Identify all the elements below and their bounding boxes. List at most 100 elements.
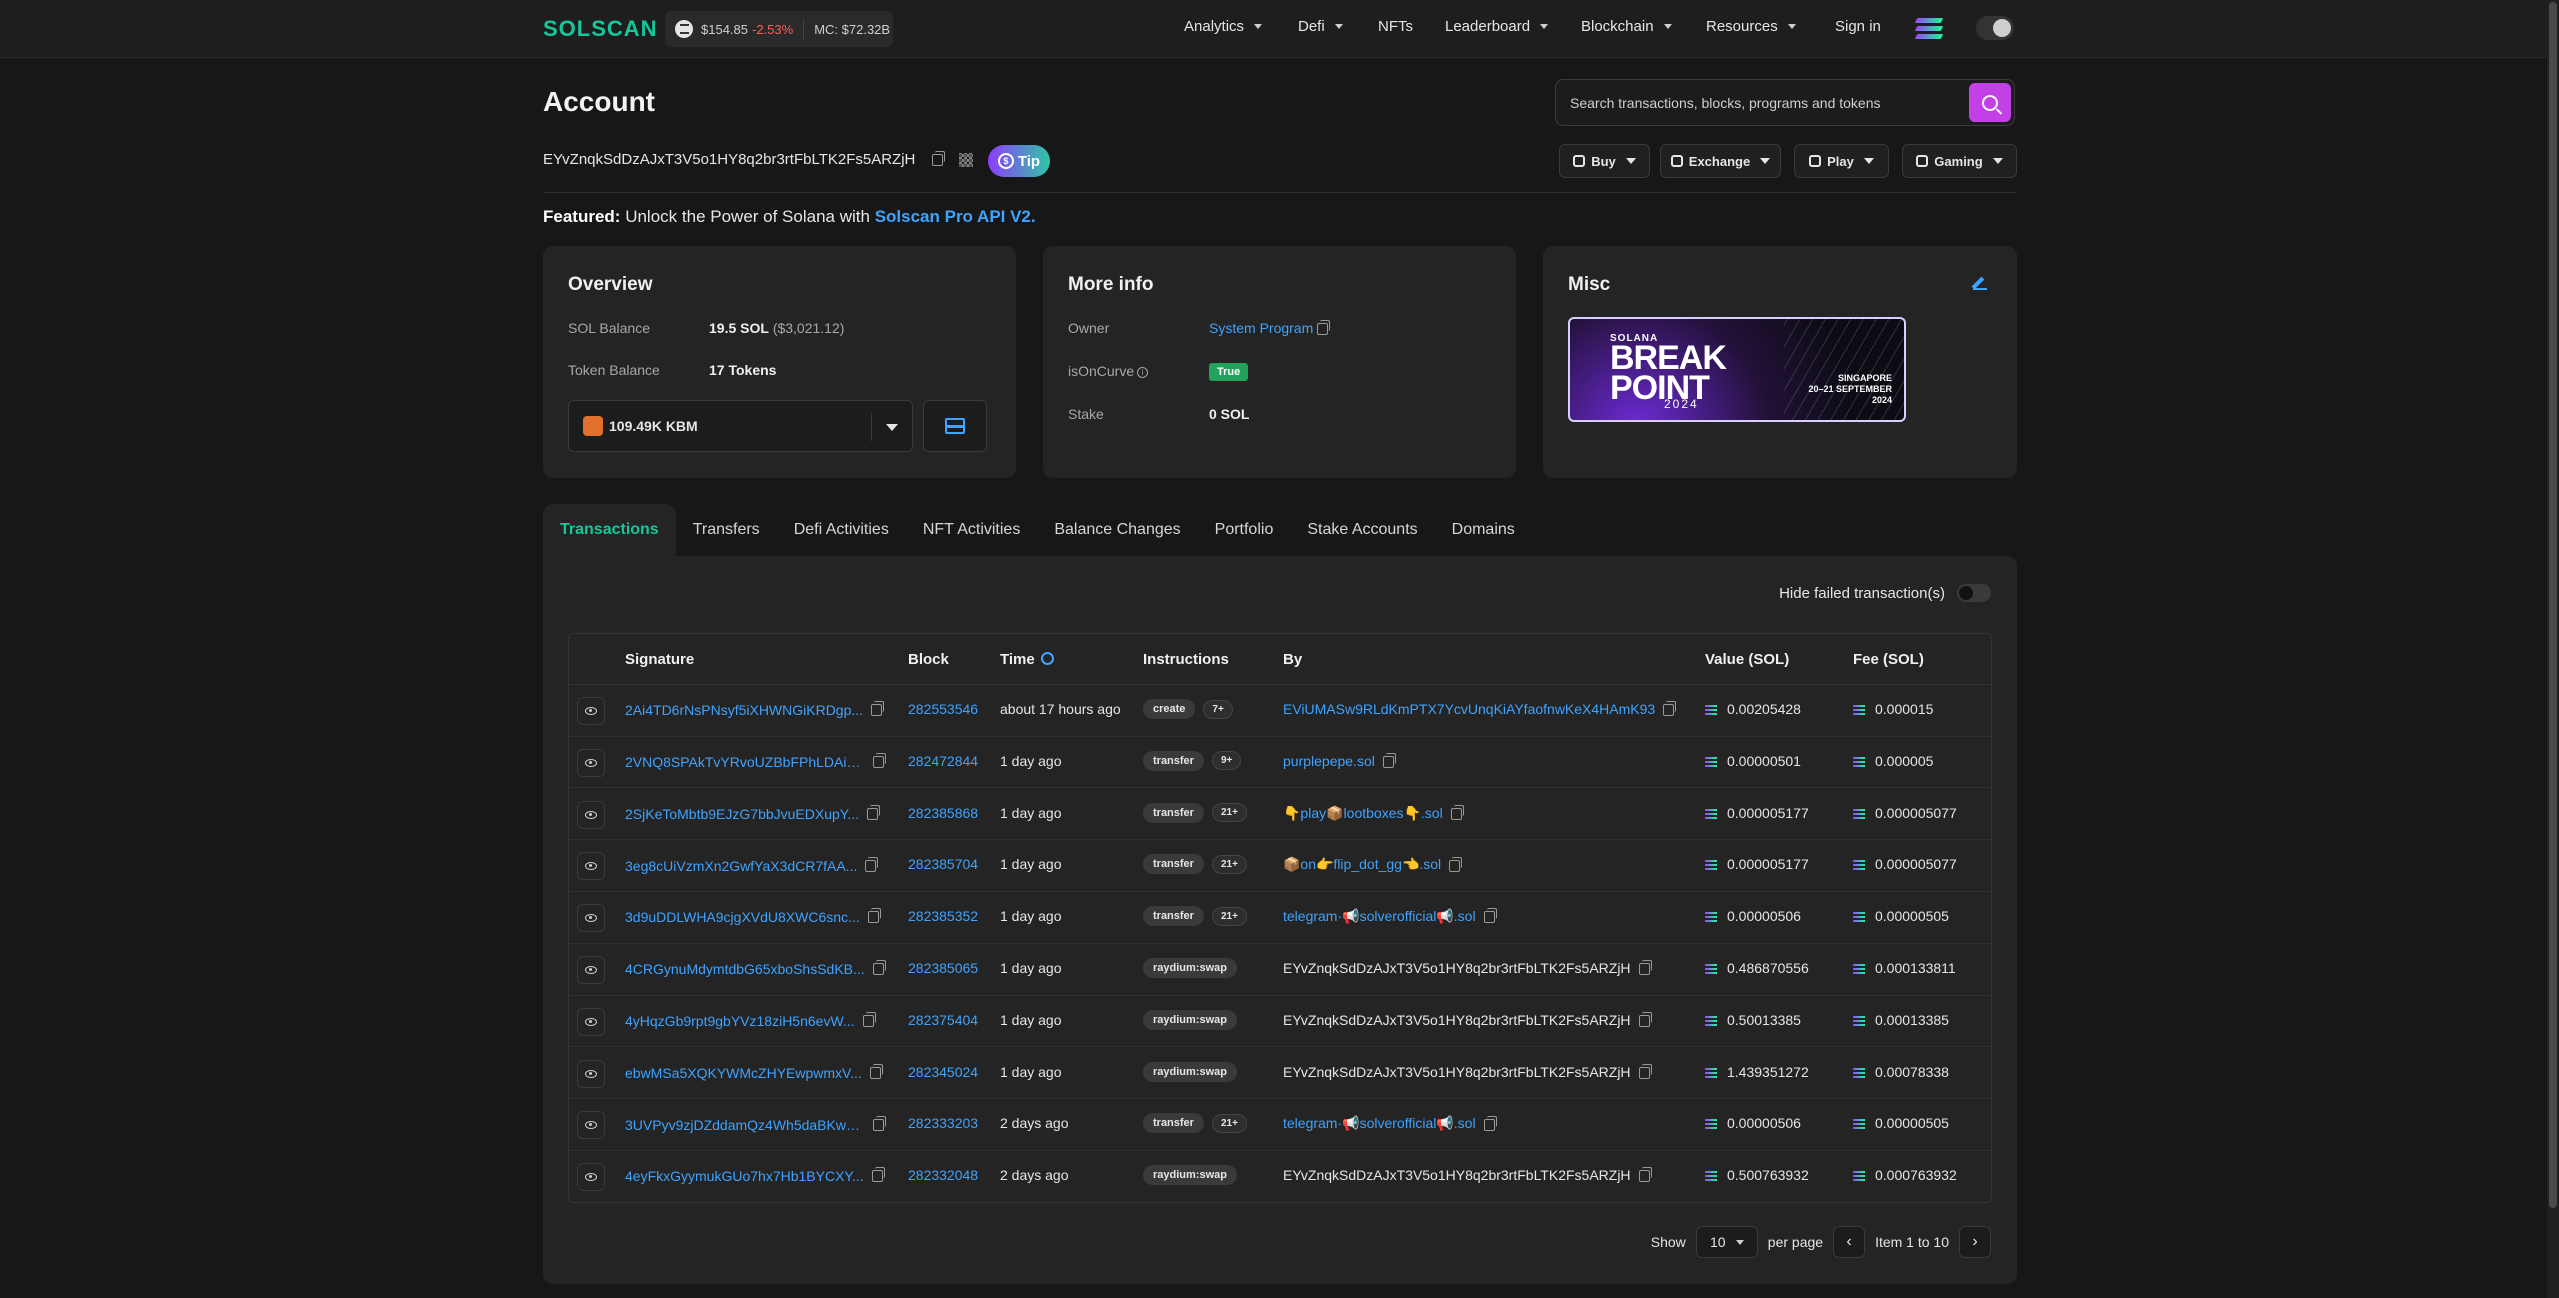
by-address[interactable]: 📦on👉flip_dot_gg👈.sol	[1283, 856, 1441, 872]
signature-link[interactable]: 2SjKeToMbtb9EJzG7bbJvuEDXupY...	[625, 806, 859, 822]
by-address[interactable]: 👇play📦lootboxes👇.sol	[1283, 805, 1443, 821]
block-link[interactable]: 282385704	[908, 856, 978, 872]
view-details-button[interactable]	[577, 1111, 605, 1140]
tab-transactions[interactable]: Transactions	[543, 504, 676, 556]
tab-portfolio[interactable]: Portfolio	[1198, 504, 1291, 556]
nav-analytics[interactable]: Analytics	[1184, 18, 1263, 35]
page-scrollbar[interactable]	[2547, 0, 2559, 1298]
theme-toggle[interactable]	[1976, 16, 2014, 40]
hide-failed-switch[interactable]	[1957, 584, 1991, 602]
solana-network-icon[interactable]	[1914, 18, 1944, 40]
instruction-count-badge[interactable]: 9+	[1211, 751, 1242, 771]
nav-leaderboard[interactable]: Leaderboard	[1445, 18, 1549, 35]
signature-link[interactable]: 4eyFkxGyymukGUo7hx7Hb1BYCXY...	[625, 1168, 864, 1184]
block-link[interactable]: 282345024	[908, 1064, 978, 1080]
wallet-button[interactable]	[923, 400, 987, 452]
view-details-button[interactable]	[577, 697, 605, 725]
by-address[interactable]: purplepepe.sol	[1283, 753, 1375, 769]
col-time[interactable]: Time	[1000, 651, 1054, 668]
buy-dropdown[interactable]: Buy	[1559, 144, 1650, 178]
owner-link[interactable]: System Program	[1209, 320, 1313, 336]
copy-icon[interactable]	[871, 701, 885, 717]
play-dropdown[interactable]: Play	[1794, 144, 1889, 178]
tab-stake-accounts[interactable]: Stake Accounts	[1290, 504, 1434, 556]
copy-icon[interactable]	[869, 1063, 883, 1079]
view-details-button[interactable]	[577, 800, 605, 829]
instruction-count-badge[interactable]: 21+	[1211, 803, 1247, 823]
nav-defi[interactable]: Defi	[1298, 18, 1343, 35]
exchange-dropdown[interactable]: Exchange	[1660, 144, 1781, 178]
copy-icon[interactable]	[1382, 753, 1396, 769]
copy-icon[interactable]	[1483, 908, 1497, 924]
signature-link[interactable]: 3eg8cUiVzmXn2GwfYaX3dCR7fAA...	[625, 858, 857, 874]
solscan-logo[interactable]: SOLSCAN	[543, 16, 658, 42]
gaming-dropdown[interactable]: Gaming	[1902, 144, 2017, 178]
copy-icon[interactable]	[1483, 1115, 1497, 1131]
copy-icon[interactable]	[1317, 320, 1331, 336]
copy-icon[interactable]	[862, 1012, 876, 1028]
sign-in-link[interactable]: Sign in	[1835, 18, 1881, 35]
block-link[interactable]: 282472844	[908, 753, 978, 769]
view-details-button[interactable]	[577, 956, 605, 984]
instruction-count-badge[interactable]: 21+	[1211, 854, 1247, 874]
instruction-count-badge[interactable]: 21+	[1211, 906, 1247, 926]
copy-icon[interactable]	[1449, 856, 1463, 872]
block-link[interactable]: 282375404	[908, 1012, 978, 1028]
signature-link[interactable]: 4yHqzGb9rpt9gbYVz18ziH5n6evW...	[625, 1013, 855, 1029]
view-details-button[interactable]	[577, 1059, 605, 1088]
copy-icon[interactable]	[1450, 804, 1464, 820]
view-details-button[interactable]	[577, 1007, 605, 1036]
copy-icon[interactable]	[865, 856, 879, 872]
instruction-count-badge[interactable]: 7+	[1203, 699, 1233, 719]
by-address[interactable]: telegram·📢solverofficial📢.sol	[1283, 1115, 1476, 1131]
nav-resources[interactable]: Resources	[1706, 18, 1796, 35]
view-details-button[interactable]	[577, 748, 605, 777]
copy-icon[interactable]	[873, 1115, 886, 1131]
by-address[interactable]: EViUMASw9RLdKmPTX7YcvUnqKiAYfaofnwKeX4HA…	[1283, 701, 1655, 717]
signature-link[interactable]: 4CRGynuMdymtdbG65xboShsSdKB...	[625, 961, 865, 977]
signature-link[interactable]: 3UVPyv9zjDZddamQz4Wh5daBKw7...	[625, 1117, 865, 1133]
view-details-button[interactable]	[577, 852, 605, 881]
block-link[interactable]: 282385065	[908, 960, 978, 976]
view-details-button[interactable]	[577, 1163, 605, 1192]
next-page-button[interactable]: ›	[1959, 1226, 1991, 1258]
copy-icon[interactable]	[871, 1167, 885, 1183]
copy-icon[interactable]	[1638, 1063, 1652, 1079]
block-link[interactable]: 282385868	[908, 805, 978, 821]
signature-link[interactable]: 2Ai4TD6rNsPNsyf5iXHWNGiKRDgp...	[625, 702, 863, 718]
signature-link[interactable]: 2VNQ8SPAkTvYRvoUZBbFPhLDAiX...	[625, 754, 865, 770]
search-button[interactable]	[1969, 83, 2011, 122]
tab-balance-changes[interactable]: Balance Changes	[1037, 504, 1197, 556]
tip-button[interactable]: $ Tip	[988, 145, 1050, 177]
scrollbar-thumb[interactable]	[2549, 2, 2557, 1208]
copy-icon[interactable]	[867, 908, 881, 924]
clock-icon[interactable]	[1040, 652, 1054, 665]
copy-icon[interactable]	[1638, 1012, 1652, 1028]
block-link[interactable]: 282385352	[908, 908, 978, 924]
copy-icon[interactable]	[872, 960, 886, 976]
instruction-count-badge[interactable]: 21+	[1211, 1113, 1247, 1133]
per-page-select[interactable]: 10	[1695, 1226, 1758, 1258]
block-link[interactable]: 282332048	[908, 1167, 978, 1183]
qr-code-icon[interactable]	[958, 153, 973, 168]
tab-transfers[interactable]: Transfers	[676, 504, 777, 556]
breakpoint-banner[interactable]: SOLANA BREAK POINT 2024 SINGAPORE 20–21 SE…	[1568, 317, 1906, 422]
copy-icon[interactable]	[873, 753, 886, 769]
copy-icon[interactable]	[1638, 1167, 1652, 1183]
search-input[interactable]	[1570, 92, 1960, 114]
view-details-button[interactable]	[577, 904, 605, 933]
prev-page-button[interactable]: ‹	[1833, 1226, 1866, 1258]
tab-domains[interactable]: Domains	[1435, 504, 1532, 556]
block-link[interactable]: 282553546	[908, 701, 978, 717]
copy-icon[interactable]	[1638, 960, 1652, 976]
token-select-dropdown[interactable]: 109.49K KBM	[568, 400, 913, 452]
copy-icon[interactable]	[931, 151, 945, 167]
signature-link[interactable]: ebwMSa5XQKYWMcZHYEwpwmxV...	[625, 1065, 862, 1081]
signature-link[interactable]: 3d9uDDLWHA9cjgXVdU8XWC6snc...	[625, 909, 860, 925]
nav-nfts[interactable]: NFTs	[1378, 18, 1413, 35]
copy-icon[interactable]	[867, 804, 880, 820]
by-address[interactable]: telegram·📢solverofficial📢.sol	[1283, 908, 1476, 924]
block-link[interactable]: 282333203	[908, 1115, 978, 1131]
nav-blockchain[interactable]: Blockchain	[1581, 18, 1672, 35]
copy-icon[interactable]	[1663, 701, 1677, 717]
